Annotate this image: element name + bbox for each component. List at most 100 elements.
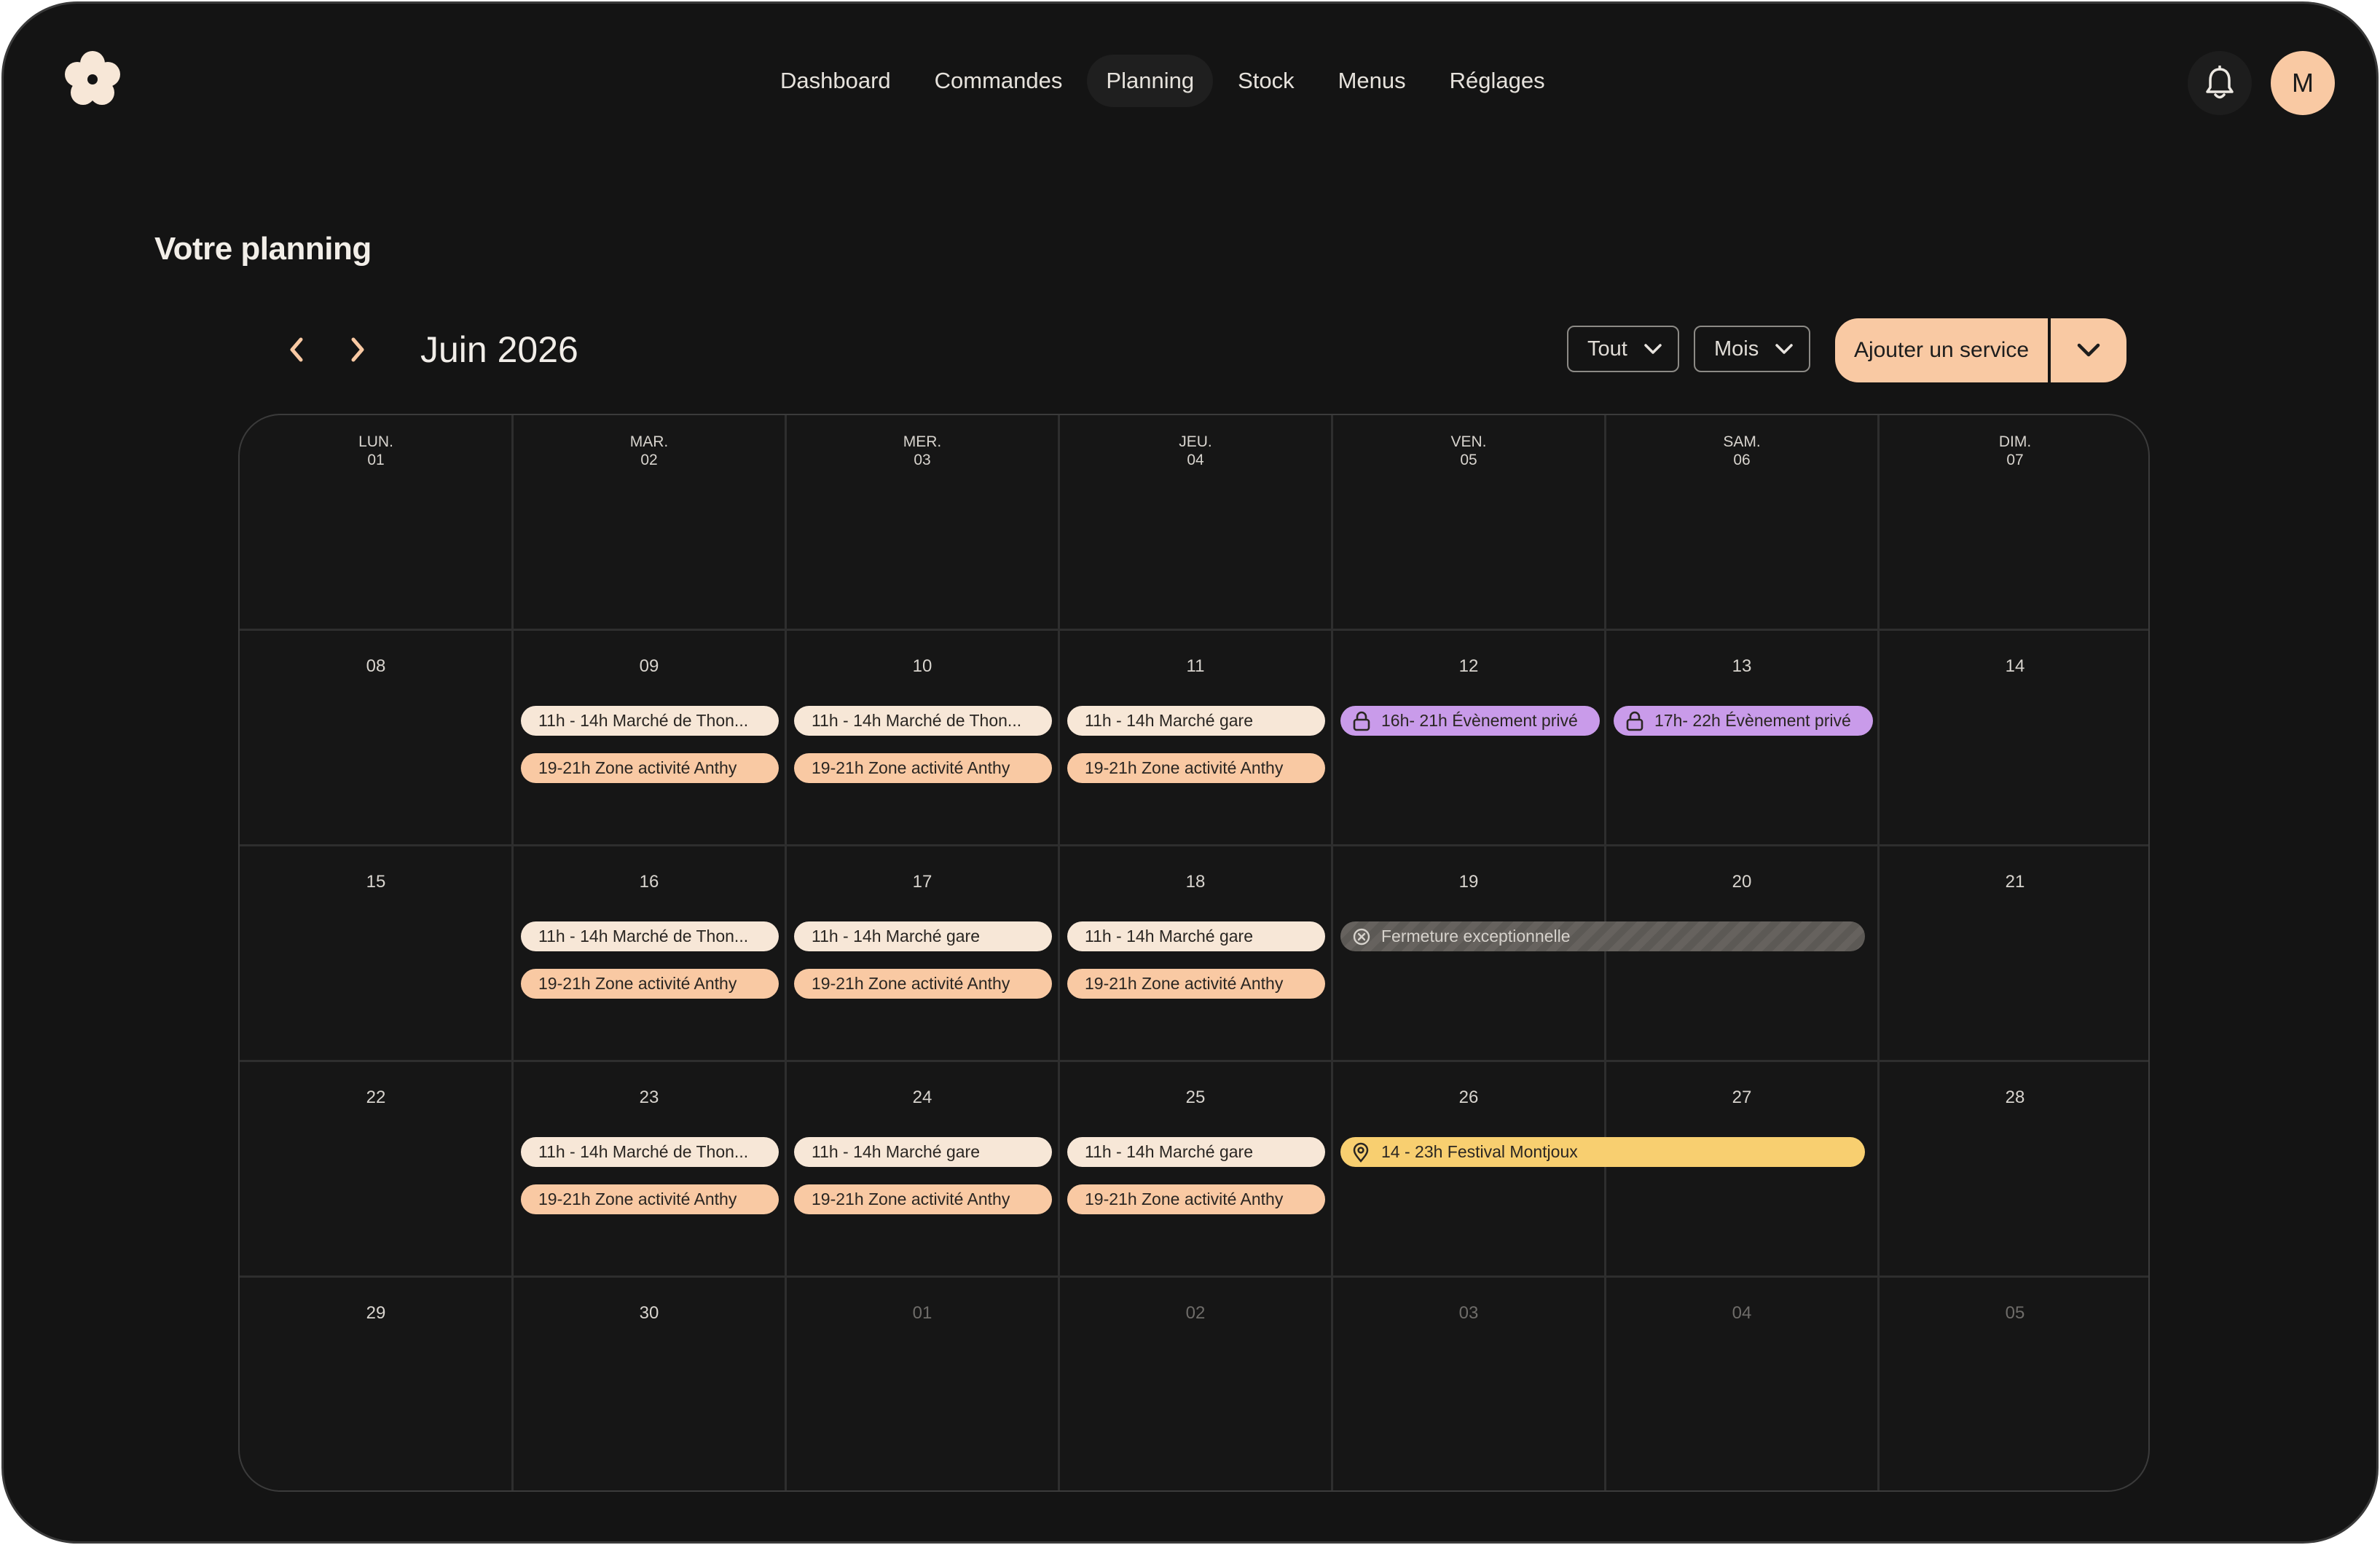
avatar[interactable]: M <box>2271 51 2335 115</box>
page-title: Votre planning <box>154 231 372 267</box>
nav-planning[interactable]: Planning <box>1087 55 1214 107</box>
day-number[interactable]: 19 <box>1332 872 1605 892</box>
app-window: Dashboard Commandes Planning Stock Menus… <box>1 1 2379 1544</box>
event-pill[interactable]: 11h - 14h Marché de Thon... <box>521 1137 779 1167</box>
day-number[interactable]: 09 <box>513 656 785 677</box>
day-number[interactable]: 10 <box>786 656 1059 677</box>
day-number[interactable]: 08 <box>240 656 512 677</box>
day-header[interactable]: VEN. 05 <box>1332 433 1605 469</box>
grid-divider <box>511 415 514 1490</box>
month-calendar: LUN. 01 MAR. 02 MER. 03 JEU. 04 VEN. 05 SAM. 0… <box>238 414 2150 1492</box>
day-number[interactable]: 03 <box>1332 1303 1605 1324</box>
nav-commandes[interactable]: Commandes <box>916 55 1082 107</box>
private-event-pill[interactable]: 17h- 22h Évènement privé <box>1614 706 1873 736</box>
day-number[interactable]: 30 <box>513 1303 785 1324</box>
weekday-name: SAM. <box>1723 433 1761 450</box>
nav-reglages[interactable]: Réglages <box>1431 55 1564 107</box>
day-header[interactable]: MAR. 02 <box>513 433 785 469</box>
day-number[interactable]: 22 <box>240 1088 512 1108</box>
event-label: 17h- 22h Évènement privé <box>1654 711 1851 730</box>
next-month-button[interactable] <box>342 334 374 366</box>
close-circle-icon <box>1352 926 1374 948</box>
day-number[interactable]: 13 <box>1606 656 1878 677</box>
event-pill[interactable]: 11h - 14h Marché de Thon... <box>521 921 779 951</box>
day-header[interactable]: JEU. 04 <box>1059 433 1332 469</box>
day-number: 02 <box>640 452 658 468</box>
nav-dashboard[interactable]: Dashboard <box>761 55 910 107</box>
day-header[interactable]: DIM. 07 <box>1879 433 2148 469</box>
event-pill[interactable]: 19-21h Zone activité Anthy <box>794 1184 1052 1214</box>
event-pill[interactable]: 19-21h Zone activité Anthy <box>521 1184 779 1214</box>
day-number[interactable]: 04 <box>1606 1303 1878 1324</box>
grid-divider <box>240 1060 2148 1062</box>
current-month: Juin 2026 <box>420 329 578 370</box>
filter-select[interactable]: Tout <box>1567 326 1679 372</box>
day-number[interactable]: 01 <box>786 1303 1059 1324</box>
weekday-name: VEN. <box>1450 433 1487 450</box>
event-label: Fermeture exceptionnelle <box>1381 927 1571 946</box>
weekday-name: MAR. <box>629 433 669 450</box>
day-number[interactable]: 16 <box>513 872 785 892</box>
day-number[interactable]: 17 <box>786 872 1059 892</box>
event-pill[interactable]: 11h - 14h Marché gare <box>794 921 1052 951</box>
day-number: 06 <box>1733 452 1751 468</box>
event-pill[interactable]: 19-21h Zone activité Anthy <box>521 753 779 783</box>
day-number[interactable]: 11 <box>1059 656 1332 677</box>
day-header[interactable]: MER. 03 <box>786 433 1059 469</box>
event-pill[interactable]: 19-21h Zone activité Anthy <box>794 753 1052 783</box>
day-number[interactable]: 18 <box>1059 872 1332 892</box>
day-header[interactable]: SAM. 06 <box>1606 433 1878 469</box>
grid-divider <box>785 415 787 1490</box>
nav-menus[interactable]: Menus <box>1319 55 1425 107</box>
chevron-down-icon <box>2077 343 2100 357</box>
day-number[interactable]: 14 <box>1879 656 2148 677</box>
notifications-button[interactable] <box>2188 51 2252 115</box>
lock-icon <box>1352 710 1374 732</box>
day-number[interactable]: 02 <box>1059 1303 1332 1324</box>
event-label: 14 - 23h Festival Montjoux <box>1381 1142 1578 1161</box>
nav-stock[interactable]: Stock <box>1219 55 1313 107</box>
location-pin-icon <box>1352 1141 1374 1163</box>
day-number[interactable]: 29 <box>240 1303 512 1324</box>
event-pill[interactable]: 19-21h Zone activité Anthy <box>1067 969 1325 999</box>
bell-icon <box>2206 66 2234 99</box>
main-nav: Dashboard Commandes Planning Stock Menus… <box>761 55 1564 107</box>
private-event-pill[interactable]: 16h- 21h Évènement privé <box>1340 706 1600 736</box>
event-pill[interactable]: 11h - 14h Marché gare <box>1067 921 1325 951</box>
add-service-menu-button[interactable] <box>2051 318 2126 382</box>
filter-select-value: Tout <box>1587 337 1627 361</box>
add-service-button[interactable]: Ajouter un service <box>1835 318 2048 382</box>
event-pill[interactable]: 11h - 14h Marché de Thon... <box>794 706 1052 736</box>
flower-icon[interactable] <box>62 49 123 110</box>
day-number: 03 <box>914 452 931 468</box>
event-pill[interactable]: 19-21h Zone activité Anthy <box>1067 1184 1325 1214</box>
event-pill[interactable]: 19-21h Zone activité Anthy <box>521 969 779 999</box>
day-number[interactable]: 05 <box>1879 1303 2148 1324</box>
chevron-down-icon <box>1775 344 1793 354</box>
day-number[interactable]: 23 <box>513 1088 785 1108</box>
day-number: 07 <box>2006 452 2024 468</box>
festival-event-pill[interactable]: 14 - 23h Festival Montjoux <box>1340 1137 1865 1167</box>
day-number[interactable]: 27 <box>1606 1088 1878 1108</box>
event-pill[interactable]: 19-21h Zone activité Anthy <box>1067 753 1325 783</box>
day-number[interactable]: 24 <box>786 1088 1059 1108</box>
event-pill[interactable]: 11h - 14h Marché gare <box>794 1137 1052 1167</box>
day-number[interactable]: 21 <box>1879 872 2148 892</box>
view-select[interactable]: Mois <box>1694 326 1810 372</box>
previous-month-button[interactable] <box>280 334 313 366</box>
event-pill[interactable]: 11h - 14h Marché de Thon... <box>521 706 779 736</box>
grid-divider <box>1877 415 1880 1490</box>
day-number[interactable]: 28 <box>1879 1088 2148 1108</box>
day-number[interactable]: 26 <box>1332 1088 1605 1108</box>
view-select-value: Mois <box>1714 337 1759 361</box>
event-pill[interactable]: 11h - 14h Marché gare <box>1067 1137 1325 1167</box>
day-number[interactable]: 20 <box>1606 872 1878 892</box>
event-pill[interactable]: 11h - 14h Marché gare <box>1067 706 1325 736</box>
day-header[interactable]: LUN. 01 <box>240 433 512 469</box>
closure-event-pill[interactable]: Fermeture exceptionnelle <box>1340 921 1865 951</box>
day-number[interactable]: 12 <box>1332 656 1605 677</box>
event-pill[interactable]: 19-21h Zone activité Anthy <box>794 969 1052 999</box>
lock-icon <box>1625 710 1647 732</box>
day-number[interactable]: 25 <box>1059 1088 1332 1108</box>
day-number[interactable]: 15 <box>240 872 512 892</box>
